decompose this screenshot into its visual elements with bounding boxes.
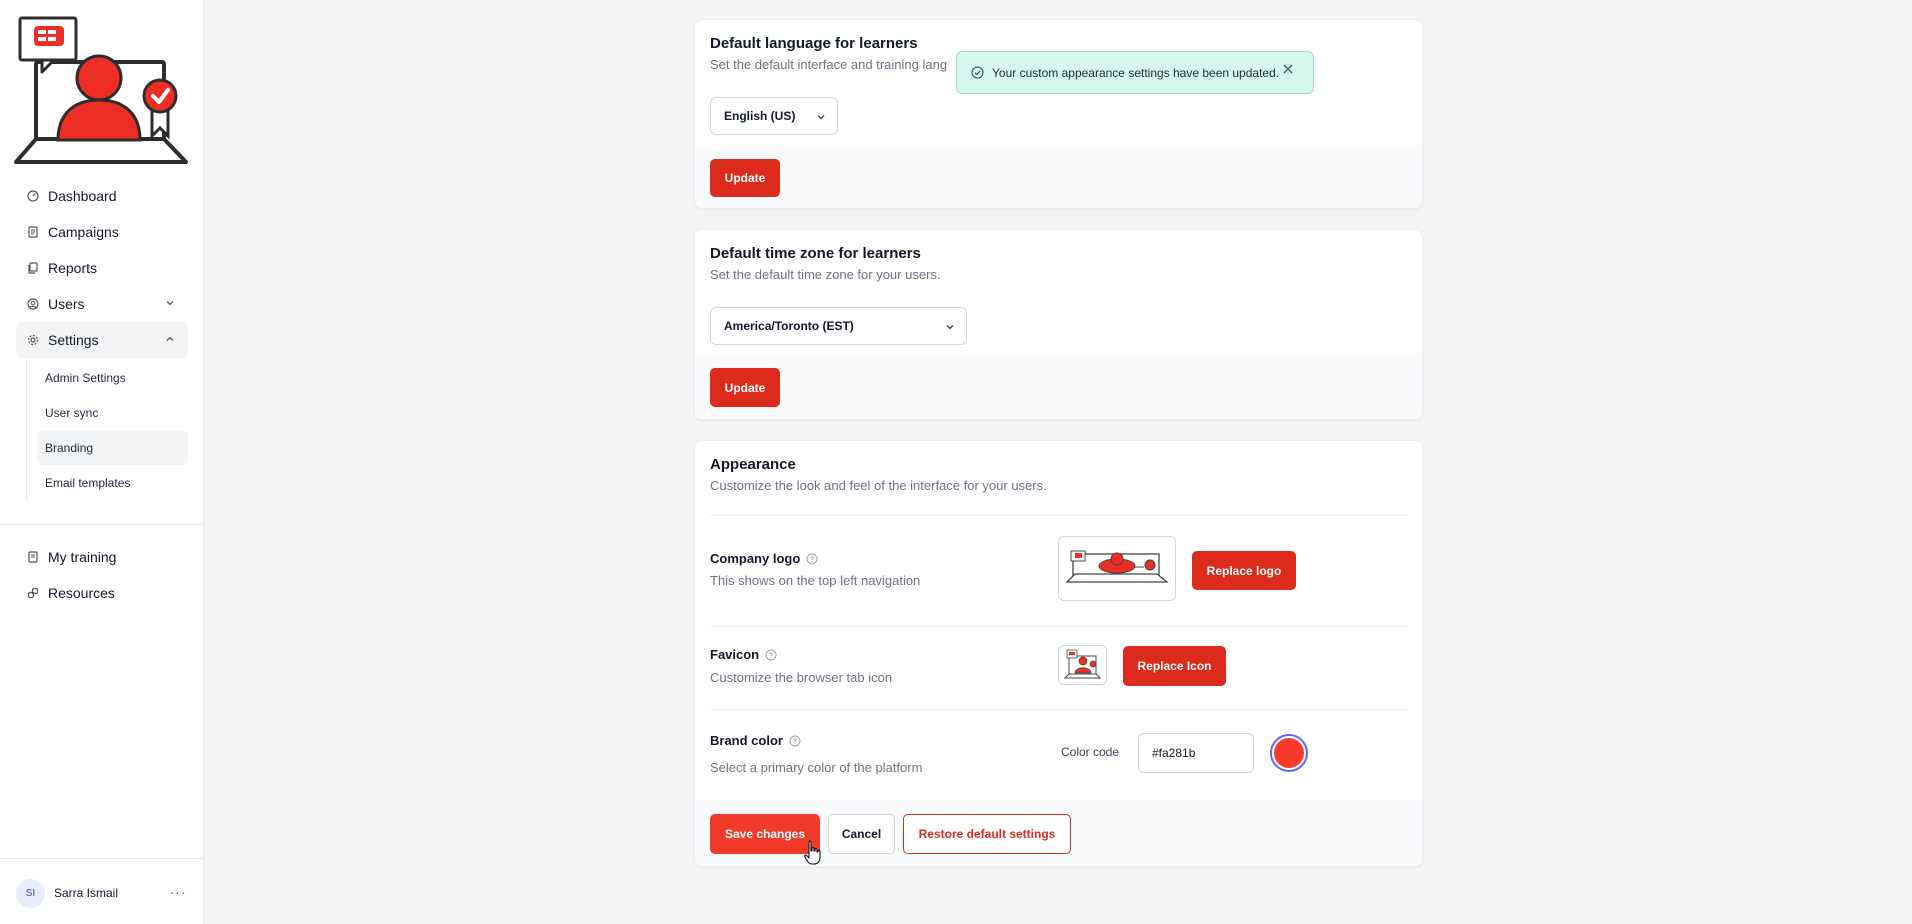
card-description: Set the default time zone for your users… — [710, 267, 941, 282]
update-timezone-button[interactable]: Update — [710, 368, 780, 407]
chevron-up-icon — [166, 336, 174, 341]
nav-item-dashboard[interactable]: Dashboard — [16, 178, 188, 214]
color-code-input[interactable] — [1138, 733, 1254, 773]
select-value: English (US) — [724, 109, 796, 123]
card-title: Default time zone for learners — [710, 245, 921, 262]
color-code-label: Color code — [1061, 745, 1120, 759]
logo-thumbnail-image — [1065, 550, 1169, 583]
nav-label: Users — [48, 296, 85, 312]
nav-item-reports[interactable]: Reports — [16, 250, 188, 286]
gear-icon — [26, 333, 40, 347]
success-toast: Your custom appearance settings have bee… — [956, 51, 1314, 94]
more-options-icon[interactable]: ··· — [168, 884, 188, 902]
timezone-card: Default time zone for learners Set the d… — [694, 229, 1423, 420]
sidebar-bottom-divider — [0, 858, 204, 859]
label-text: Company logo — [710, 551, 801, 566]
restore-default-button[interactable]: Restore default settings — [903, 814, 1071, 854]
sidebar: Dashboard Campaigns Reports Users Settin… — [0, 0, 204, 924]
brand-color-label: Brand color — [710, 733, 801, 748]
nav-label: Reports — [48, 260, 98, 276]
toast-message: Your custom appearance settings have bee… — [992, 65, 1280, 80]
book-icon — [26, 550, 40, 564]
help-icon[interactable] — [806, 553, 818, 565]
nav-item-settings[interactable]: Settings — [16, 322, 188, 358]
user-circle-icon — [26, 297, 40, 311]
nav-label: Campaigns — [48, 224, 119, 240]
company-logo — [14, 16, 188, 164]
favicon-description: Customize the browser tab icon — [710, 670, 893, 685]
separator — [710, 709, 1409, 710]
card-description: Set the default interface and training l… — [710, 57, 948, 72]
cancel-button[interactable]: Cancel — [828, 814, 895, 854]
nav-item-resources[interactable]: Resources — [16, 575, 188, 611]
nav-item-campaigns[interactable]: Campaigns — [16, 214, 188, 250]
main-nav: Dashboard Campaigns Reports Users Settin… — [16, 178, 188, 502]
appearance-card: Appearance Customize the look and feel o… — [694, 440, 1423, 867]
card-description: Customize the look and feel of the inter… — [710, 478, 1047, 493]
subnav-item-email-templates[interactable]: Email templates — [37, 465, 188, 500]
nav-label: Resources — [48, 585, 115, 601]
language-card: Default language for learners Set the de… — [694, 19, 1423, 209]
company-logo-description: This shows on the top left navigation — [710, 573, 921, 588]
card-footer — [695, 145, 1422, 208]
subnav-item-branding[interactable]: Branding — [37, 430, 188, 465]
color-swatch — [1274, 738, 1304, 768]
settings-subnav: Admin Settings User sync Branding Email … — [26, 360, 188, 500]
favicon-label: Favicon — [710, 647, 777, 662]
language-select[interactable]: English (US) — [710, 97, 838, 135]
hand-pointer-cursor — [804, 840, 821, 865]
company-logo-label: Company logo — [710, 551, 818, 566]
select-value: America/Toronto (EST) — [724, 319, 854, 333]
subnav-item-admin-settings[interactable]: Admin Settings — [37, 360, 188, 395]
gauge-icon — [26, 189, 40, 203]
logo-preview — [1058, 536, 1176, 601]
card-title: Appearance — [710, 456, 796, 473]
avatar: SI — [16, 878, 45, 908]
chevron-down-icon — [166, 301, 174, 306]
close-icon[interactable] — [1283, 64, 1293, 74]
favicon-preview — [1058, 645, 1107, 685]
nav-item-users[interactable]: Users — [16, 286, 188, 322]
brand-color-description: Select a primary color of the platform — [710, 760, 923, 775]
help-icon[interactable] — [765, 649, 777, 661]
link-icon — [26, 586, 40, 600]
label-text: Favicon — [710, 647, 760, 662]
check-circle-icon — [971, 66, 984, 79]
user-name: Sarra Ismail — [54, 886, 119, 900]
sidebar-divider — [0, 524, 204, 525]
color-swatch-button[interactable] — [1270, 734, 1308, 772]
chevron-down-icon — [946, 325, 954, 330]
favicon-thumbnail-image — [1063, 649, 1102, 679]
subnav-item-user-sync[interactable]: User sync — [37, 395, 188, 430]
nav-label: Dashboard — [48, 188, 117, 204]
label-text: Brand color — [710, 733, 783, 748]
separator — [710, 626, 1409, 627]
timezone-select[interactable]: America/Toronto (EST) — [710, 307, 967, 345]
user-profile[interactable]: SI Sarra Ismail ··· — [16, 878, 188, 908]
chevron-down-icon — [817, 115, 825, 120]
document-icon — [26, 225, 40, 239]
help-icon[interactable] — [789, 735, 801, 747]
separator — [710, 515, 1409, 516]
nav-label: Settings — [48, 332, 99, 348]
nav-item-my-training[interactable]: My training — [16, 539, 188, 575]
replace-logo-button[interactable]: Replace logo — [1192, 551, 1296, 590]
copy-icon — [26, 261, 40, 275]
card-footer — [695, 353, 1422, 419]
update-language-button[interactable]: Update — [710, 159, 780, 197]
nav-label: My training — [48, 549, 117, 565]
card-title: Default language for learners — [710, 35, 918, 52]
replace-icon-button[interactable]: Replace Icon — [1123, 646, 1226, 686]
secondary-nav: My training Resources — [16, 539, 188, 611]
